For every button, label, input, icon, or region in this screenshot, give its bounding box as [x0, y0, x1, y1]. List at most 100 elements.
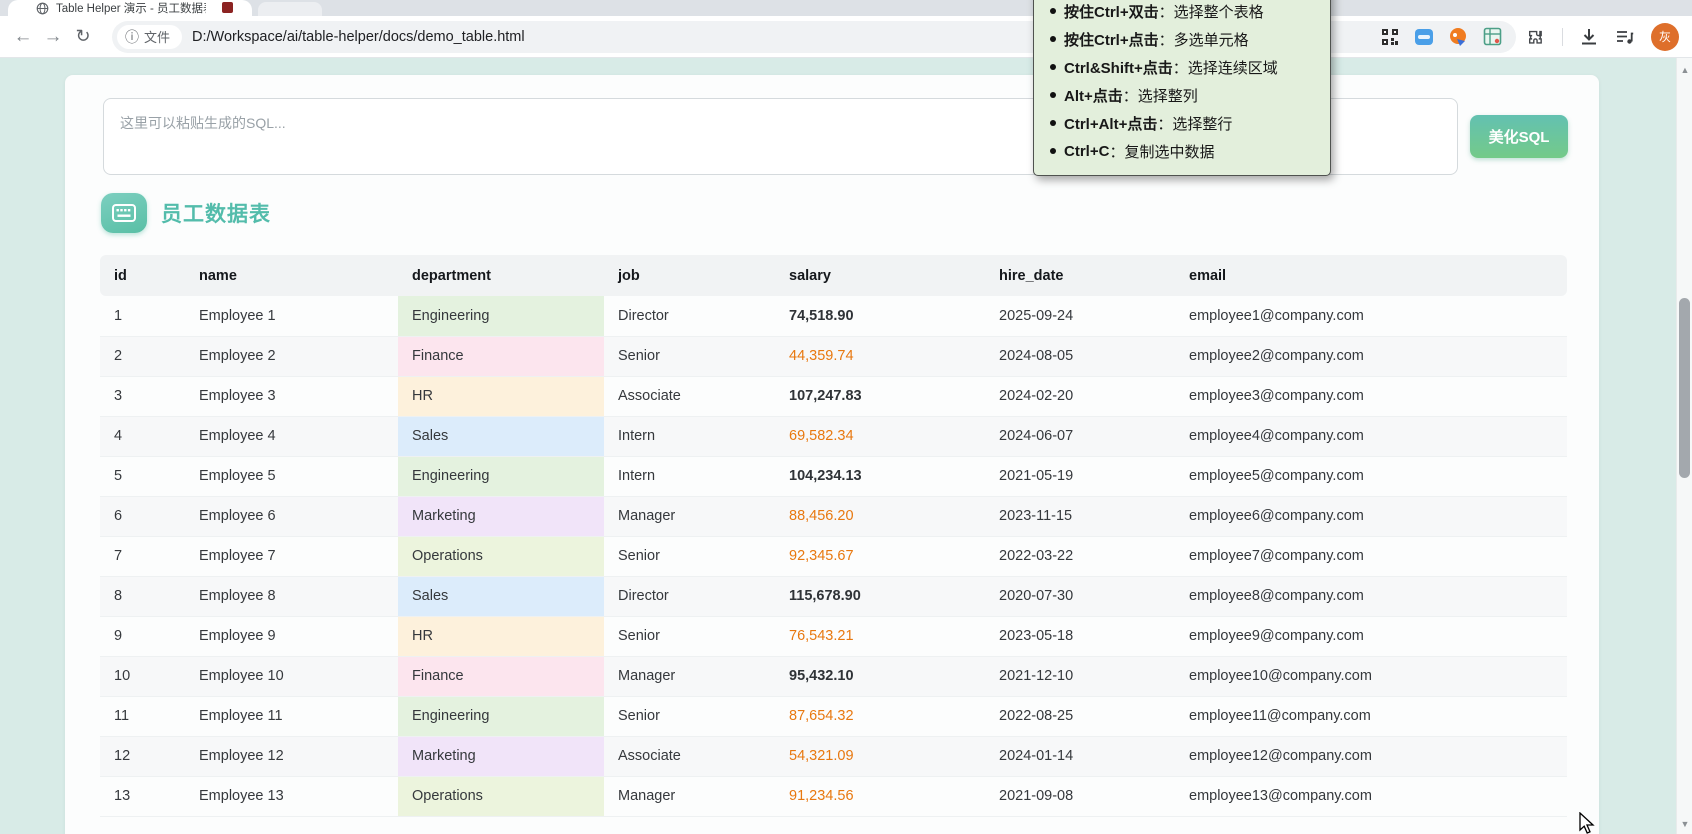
cell-name[interactable]: Employee 8: [185, 576, 398, 616]
cell-id[interactable]: 9: [100, 616, 185, 656]
cell-department[interactable]: Sales: [398, 576, 604, 616]
scrollbar-up-arrow[interactable]: ▲: [1677, 62, 1692, 78]
cell-department[interactable]: Operations: [398, 776, 604, 816]
cell-department[interactable]: Sales: [398, 416, 604, 456]
cell-hire_date[interactable]: 2022-03-22: [985, 536, 1175, 576]
scrollbar-down-arrow[interactable]: ▼: [1677, 816, 1692, 832]
cell-salary[interactable]: 74,518.90: [775, 296, 985, 336]
cell-hire_date[interactable]: 2022-08-25: [985, 696, 1175, 736]
cell-name[interactable]: Employee 10: [185, 656, 398, 696]
cell-job[interactable]: Associate: [604, 376, 775, 416]
cell-salary[interactable]: 76,543.21: [775, 616, 985, 656]
cell-name[interactable]: Employee 13: [185, 776, 398, 816]
cell-id[interactable]: 6: [100, 496, 185, 536]
cell-name[interactable]: Employee 3: [185, 376, 398, 416]
cell-id[interactable]: 11: [100, 696, 185, 736]
cell-department[interactable]: Marketing: [398, 496, 604, 536]
column-header-job[interactable]: job: [604, 255, 775, 296]
cell-id[interactable]: 4: [100, 416, 185, 456]
cell-job[interactable]: Senior: [604, 696, 775, 736]
cell-job[interactable]: Senior: [604, 536, 775, 576]
vertical-scrollbar[interactable]: ▲ ▼: [1676, 58, 1692, 834]
cell-salary[interactable]: 107,247.83: [775, 376, 985, 416]
cell-department[interactable]: Engineering: [398, 456, 604, 496]
new-tab-button[interactable]: [258, 2, 322, 16]
cell-hire_date[interactable]: 2023-05-18: [985, 616, 1175, 656]
cell-email[interactable]: employee7@company.com: [1175, 536, 1567, 576]
cell-id[interactable]: 7: [100, 536, 185, 576]
palette-extension-icon[interactable]: [1448, 27, 1468, 47]
cell-hire_date[interactable]: 2025-09-24: [985, 296, 1175, 336]
cell-name[interactable]: Employee 12: [185, 736, 398, 776]
cell-id[interactable]: 13: [100, 776, 185, 816]
cell-job[interactable]: Manager: [604, 656, 775, 696]
cell-salary[interactable]: 91,234.56: [775, 776, 985, 816]
reload-button[interactable]: ↻: [68, 22, 98, 52]
cell-department[interactable]: Engineering: [398, 296, 604, 336]
cell-id[interactable]: 10: [100, 656, 185, 696]
cell-hire_date[interactable]: 2021-05-19: [985, 456, 1175, 496]
cell-name[interactable]: Employee 11: [185, 696, 398, 736]
cell-salary[interactable]: 54,321.09: [775, 736, 985, 776]
back-button[interactable]: ←: [8, 22, 38, 52]
cell-name[interactable]: Employee 4: [185, 416, 398, 456]
scrollbar-thumb[interactable]: [1679, 298, 1690, 478]
qr-code-extension-icon[interactable]: [1380, 27, 1400, 47]
cell-hire_date[interactable]: 2024-08-05: [985, 336, 1175, 376]
cell-job[interactable]: Manager: [604, 496, 775, 536]
cell-name[interactable]: Employee 7: [185, 536, 398, 576]
cell-department[interactable]: Engineering: [398, 696, 604, 736]
cell-id[interactable]: 3: [100, 376, 185, 416]
cell-job[interactable]: Director: [604, 576, 775, 616]
column-header-id[interactable]: id: [100, 255, 185, 296]
cell-salary[interactable]: 95,432.10: [775, 656, 985, 696]
forward-button[interactable]: →: [38, 22, 68, 52]
profile-avatar[interactable]: 灰: [1651, 23, 1679, 51]
cell-email[interactable]: employee2@company.com: [1175, 336, 1567, 376]
beautify-sql-button[interactable]: 美化SQL: [1470, 115, 1568, 158]
table-extension-icon[interactable]: [1482, 27, 1502, 47]
cell-email[interactable]: employee6@company.com: [1175, 496, 1567, 536]
cell-email[interactable]: employee9@company.com: [1175, 616, 1567, 656]
cell-email[interactable]: employee8@company.com: [1175, 576, 1567, 616]
column-header-department[interactable]: department: [398, 255, 604, 296]
cell-department[interactable]: HR: [398, 376, 604, 416]
playlist-button[interactable]: [1615, 27, 1635, 47]
cell-name[interactable]: Employee 5: [185, 456, 398, 496]
cell-hire_date[interactable]: 2021-12-10: [985, 656, 1175, 696]
cell-id[interactable]: 5: [100, 456, 185, 496]
cell-department[interactable]: HR: [398, 616, 604, 656]
cell-name[interactable]: Employee 6: [185, 496, 398, 536]
cell-hire_date[interactable]: 2023-11-15: [985, 496, 1175, 536]
cell-department[interactable]: Marketing: [398, 736, 604, 776]
cell-department[interactable]: Operations: [398, 536, 604, 576]
cell-salary[interactable]: 115,678.90: [775, 576, 985, 616]
download-button[interactable]: [1579, 27, 1599, 47]
cell-name[interactable]: Employee 2: [185, 336, 398, 376]
cell-email[interactable]: employee10@company.com: [1175, 656, 1567, 696]
cell-email[interactable]: employee13@company.com: [1175, 776, 1567, 816]
cell-name[interactable]: Employee 9: [185, 616, 398, 656]
column-header-name[interactable]: name: [185, 255, 398, 296]
cell-id[interactable]: 2: [100, 336, 185, 376]
cell-salary[interactable]: 104,234.13: [775, 456, 985, 496]
cell-job[interactable]: Senior: [604, 336, 775, 376]
cell-email[interactable]: employee11@company.com: [1175, 696, 1567, 736]
cell-job[interactable]: Associate: [604, 736, 775, 776]
cell-salary[interactable]: 92,345.67: [775, 536, 985, 576]
cell-email[interactable]: employee5@company.com: [1175, 456, 1567, 496]
column-header-email[interactable]: email: [1175, 255, 1567, 296]
browser-tab[interactable]: Table Helper 演示 - 员工数据表: [8, 0, 252, 16]
cell-email[interactable]: employee3@company.com: [1175, 376, 1567, 416]
cell-job[interactable]: Manager: [604, 776, 775, 816]
cell-id[interactable]: 1: [100, 296, 185, 336]
cell-id[interactable]: 8: [100, 576, 185, 616]
translate-extension-icon[interactable]: [1414, 27, 1434, 47]
cell-salary[interactable]: 44,359.74: [775, 336, 985, 376]
cell-id[interactable]: 12: [100, 736, 185, 776]
cell-salary[interactable]: 69,582.34: [775, 416, 985, 456]
cell-hire_date[interactable]: 2024-02-20: [985, 376, 1175, 416]
cell-salary[interactable]: 87,654.32: [775, 696, 985, 736]
file-scheme-chip[interactable]: ⓘ 文件: [117, 25, 182, 49]
cell-hire_date[interactable]: 2020-07-30: [985, 576, 1175, 616]
